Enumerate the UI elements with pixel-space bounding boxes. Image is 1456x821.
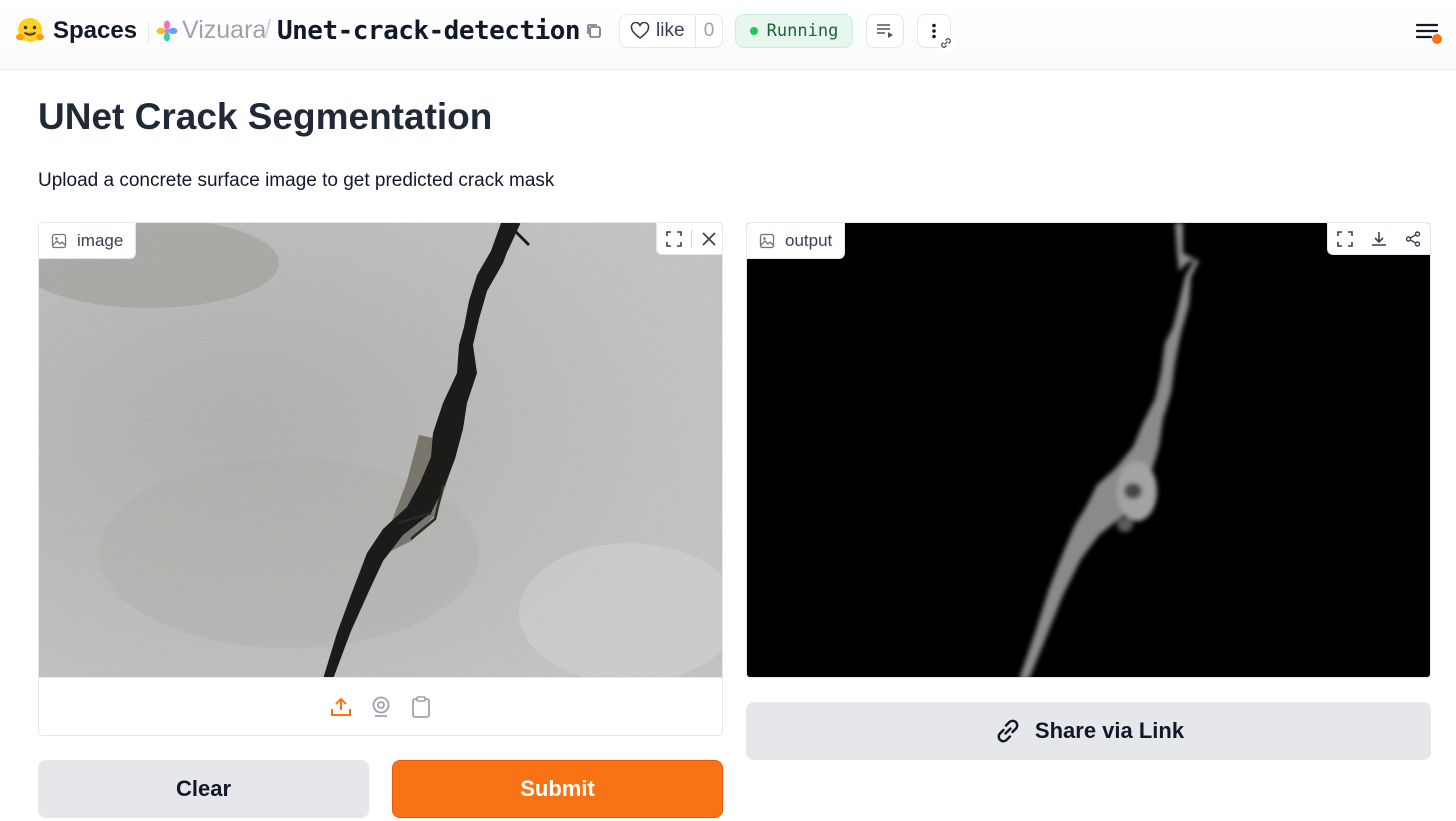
fullscreen-button[interactable]	[1328, 223, 1362, 255]
clipboard-source-button[interactable]	[408, 694, 434, 720]
output-label-text: output	[785, 230, 833, 250]
hamburger-menu-icon[interactable]	[1414, 18, 1444, 48]
top-header: Spaces Vizuara / Unet-crack-detection li…	[0, 0, 1456, 70]
upload-source-button[interactable]	[328, 694, 354, 720]
page-title: UNet Crack Segmentation	[38, 96, 493, 137]
org-link[interactable]: Vizuara	[182, 16, 266, 45]
image-icon	[51, 233, 67, 248]
webcam-source-button[interactable]	[368, 694, 394, 720]
input-label-text: image	[77, 230, 124, 250]
like-widget: like 0	[619, 14, 723, 48]
heart-icon	[630, 22, 650, 39]
breadcrumb-slash: /	[264, 14, 272, 44]
webcam-icon	[372, 696, 389, 717]
link-icon	[997, 719, 1019, 743]
playlist-button[interactable]	[866, 14, 904, 48]
spaces-link[interactable]: Spaces	[53, 17, 137, 45]
org-flower-icon	[156, 20, 178, 42]
status-badge[interactable]: Running	[735, 14, 853, 48]
fullscreen-button[interactable]	[657, 223, 691, 255]
output-image-panel: output	[746, 222, 1431, 678]
clear-button[interactable]: Clear	[38, 760, 369, 818]
status-label: Running	[766, 21, 839, 41]
breadcrumb-divider	[148, 22, 149, 42]
repo-name-link[interactable]: Unet-crack-detection	[277, 16, 581, 46]
submit-button[interactable]: Submit	[392, 760, 723, 818]
input-crack-image[interactable]	[39, 223, 722, 679]
output-mask-image[interactable]	[747, 223, 1431, 678]
close-icon	[702, 231, 716, 246]
output-toolbar	[1327, 223, 1430, 255]
page-description: Upload a concrete surface image to get p…	[38, 170, 555, 191]
like-count[interactable]: 0	[696, 15, 722, 47]
fullscreen-icon	[1337, 230, 1353, 247]
share-icon	[1405, 230, 1421, 247]
download-button[interactable]	[1362, 223, 1396, 255]
share-via-link-button[interactable]: Share via Link	[746, 702, 1431, 760]
copy-icon[interactable]	[585, 22, 603, 40]
output-panel-label: output	[747, 223, 846, 259]
download-icon	[1372, 231, 1386, 246]
share-label: Share via Link	[1034, 718, 1185, 743]
input-image-panel: image	[38, 222, 723, 736]
like-button[interactable]: like	[620, 15, 696, 47]
fullscreen-icon	[666, 230, 682, 247]
input-toolbar	[656, 223, 722, 255]
link-icon	[938, 35, 954, 51]
playlist-icon	[877, 24, 893, 38]
upload-icon	[330, 697, 351, 716]
hugging-face-logo[interactable]	[15, 17, 45, 45]
like-label: like	[656, 20, 685, 41]
clipboard-icon	[411, 695, 430, 718]
status-dot	[749, 27, 758, 35]
image-icon	[759, 233, 775, 248]
share-button[interactable]	[1396, 223, 1430, 255]
clear-image-button[interactable]	[692, 223, 722, 255]
input-panel-label: image	[39, 223, 137, 259]
image-source-bar	[39, 677, 722, 735]
